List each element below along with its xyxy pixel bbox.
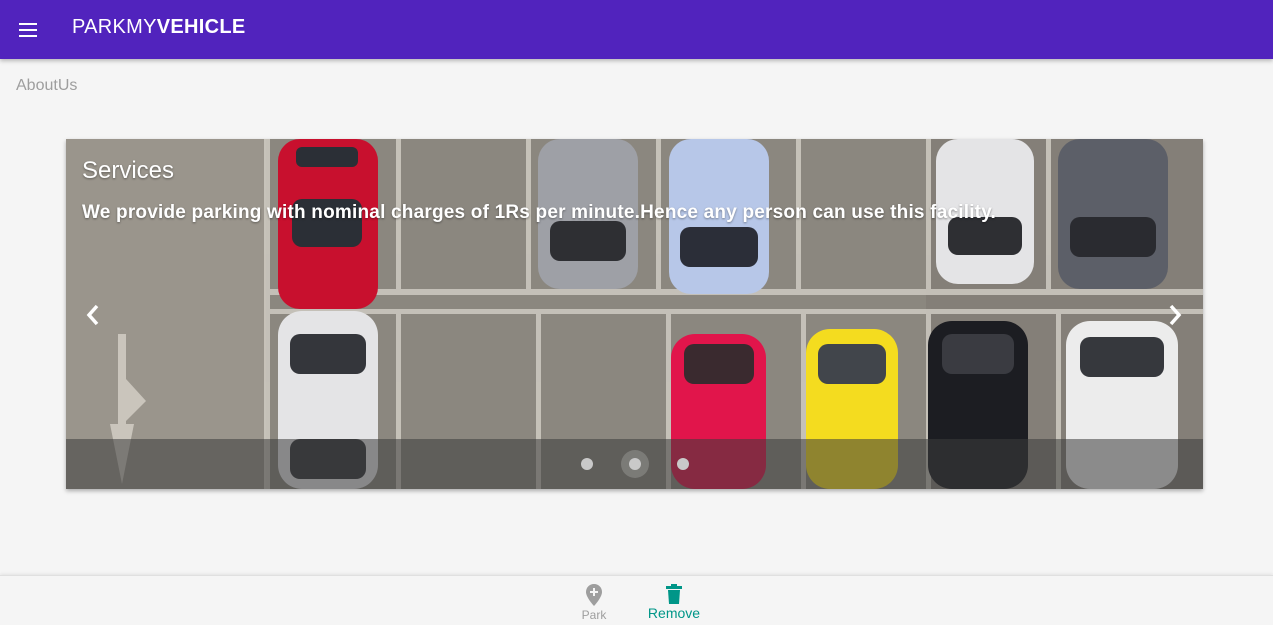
carousel-dot-1[interactable] [573, 450, 601, 478]
app-bar: PARKMYVEHICLE [0, 0, 1273, 59]
carousel-dot-2[interactable] [620, 450, 649, 478]
app-title[interactable]: PARKMYVEHICLE [72, 16, 246, 39]
chevron-left-icon [86, 304, 99, 326]
menu-icon [19, 22, 37, 37]
slide-description: We provide parking with nominal charges … [82, 202, 997, 223]
nav-remove-label: Remove [647, 605, 701, 621]
app-title-light: PARKMY [72, 16, 157, 38]
carousel-dot-3[interactable] [669, 450, 697, 478]
slide-title: Services [82, 157, 175, 184]
nav-park[interactable]: Park [554, 584, 634, 622]
dot-icon [676, 458, 689, 470]
map-pin-plus-icon [586, 584, 602, 606]
bottom-navigation: Park Remove [0, 575, 1273, 625]
parking-lot-image [66, 139, 1203, 489]
carousel-next-button[interactable] [1157, 297, 1193, 333]
app-title-bold: VEHICLE [156, 16, 246, 38]
chevron-right-icon [1169, 304, 1182, 326]
nav-remove[interactable]: Remove [634, 584, 714, 621]
trash-icon [666, 584, 682, 604]
dot-icon [580, 458, 593, 470]
carousel-prev-button[interactable] [75, 297, 111, 333]
carousel-indicators [66, 439, 1203, 489]
nav-park-label: Park [581, 608, 607, 622]
image-carousel: Services We provide parking with nominal… [66, 139, 1203, 489]
page-title: AboutUs [16, 77, 78, 94]
menu-button[interactable] [0, 0, 56, 59]
dot-icon [628, 458, 641, 470]
